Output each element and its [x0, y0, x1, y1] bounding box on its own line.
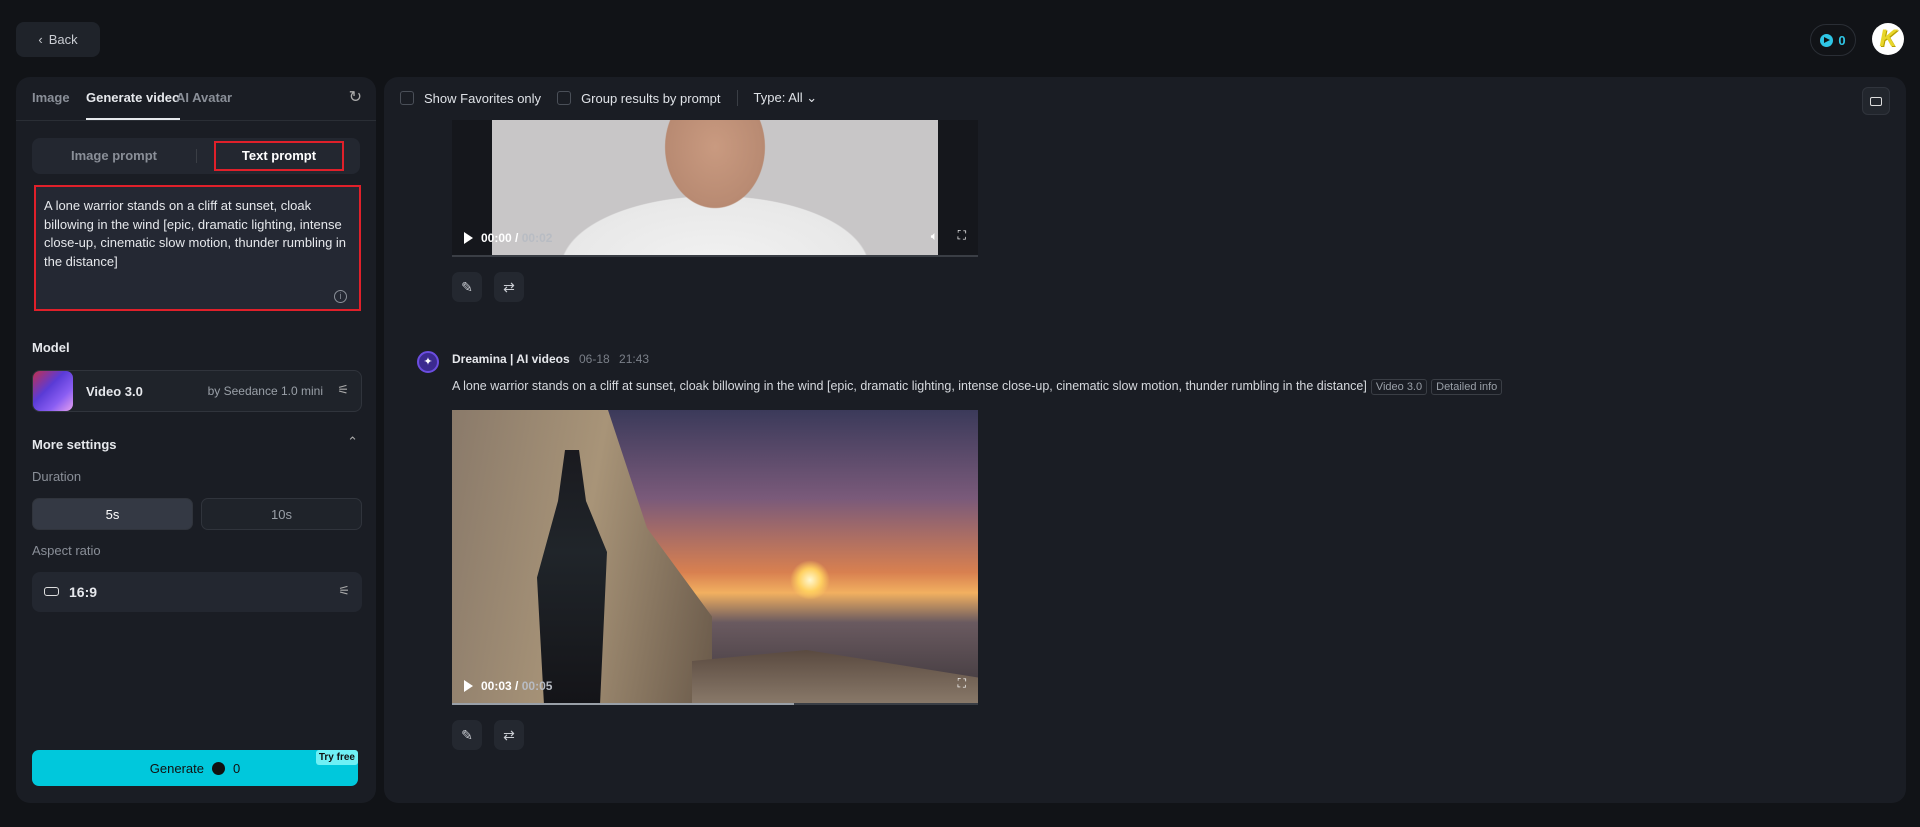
rocks	[692, 650, 978, 705]
video-player[interactable]: 00:03 / 00:05 ⛶	[452, 410, 978, 705]
regenerate-button[interactable]: ⇄	[494, 272, 524, 302]
model-provider: by Seedance 1.0 mini	[207, 384, 323, 398]
fullscreen-icon[interactable]: ⛶	[958, 676, 966, 691]
avatar[interactable]: K	[1872, 23, 1904, 55]
model-selector[interactable]: Video 3.0 by Seedance 1.0 mini ⚟	[32, 370, 362, 412]
play-icon[interactable]	[464, 232, 473, 244]
try-free-badge: Try free	[315, 750, 358, 765]
pencil-icon: ✎	[461, 726, 473, 743]
detailed-info-tag[interactable]: Detailed info	[1431, 379, 1503, 395]
edit-button[interactable]: ✎	[452, 720, 482, 750]
tab-bar: Image Generate video AI Avatar ↻	[16, 77, 376, 121]
regenerate-button[interactable]: ⇄	[494, 720, 524, 750]
author-name: Dreamina | AI videos	[452, 352, 570, 366]
volume-icon[interactable]: 🔈︎	[931, 229, 938, 244]
credit-icon	[1820, 33, 1834, 47]
aspect-ratio-selector[interactable]: 16:9 ⚟	[32, 572, 362, 612]
edit-button[interactable]: ✎	[452, 272, 482, 302]
chevron-down-icon: ⌄	[806, 90, 818, 105]
credit-icon	[211, 761, 225, 775]
model-thumbnail	[33, 371, 73, 411]
duration-10s-button[interactable]: 10s	[201, 498, 362, 530]
prompt-input[interactable]: A lone warrior stands on a cliff at suns…	[34, 185, 361, 311]
repeat-icon: ⇄	[503, 726, 515, 743]
results-panel: Show Favorites only Group results by pro…	[384, 77, 1906, 803]
back-button[interactable]: ‹ Back	[16, 22, 100, 57]
duration-label: Duration	[32, 469, 82, 484]
group-checkbox[interactable]	[557, 91, 572, 105]
folder-icon	[1870, 96, 1882, 106]
repeat-icon: ⇄	[503, 278, 515, 295]
progress-bar[interactable]	[452, 703, 978, 705]
divider	[196, 149, 197, 163]
progress-bar[interactable]	[452, 255, 978, 257]
pencil-icon: ✎	[461, 278, 473, 295]
video-player[interactable]: 00:00 / 00:02 🔈︎ ⛶	[452, 120, 978, 257]
model-name: Video 3.0	[86, 384, 143, 399]
favorites-checkbox[interactable]	[400, 91, 414, 105]
chevron-up-icon[interactable]: ⌃	[347, 434, 358, 450]
generate-button[interactable]: Generate 0 Try free	[32, 750, 358, 786]
tab-ai-avatar[interactable]: AI Avatar	[176, 90, 232, 105]
settings-sliders-icon[interactable]: ⚟	[337, 382, 349, 398]
fullscreen-icon[interactable]: ⛶	[958, 228, 966, 243]
text-prompt-option[interactable]: Text prompt	[214, 141, 344, 171]
chevron-left-icon: ‹	[38, 32, 43, 47]
video-frame	[492, 120, 938, 255]
reset-icon[interactable]: ↻	[349, 87, 362, 107]
item-prompt: A lone warrior stands on a cliff at suns…	[452, 379, 1503, 395]
duration-5s-button[interactable]: 5s	[32, 498, 193, 530]
results-toolbar: Show Favorites only Group results by pro…	[400, 90, 817, 106]
model-tag[interactable]: Video 3.0	[1370, 379, 1428, 395]
image-prompt-option[interactable]: Image prompt	[32, 138, 196, 174]
settings-sliders-icon: ⚟	[338, 583, 350, 598]
more-settings-label: More settings	[32, 437, 117, 452]
divider	[736, 90, 738, 106]
info-icon[interactable]: i	[334, 290, 347, 303]
folder-button[interactable]	[1862, 87, 1890, 115]
generation-panel: Image Generate video AI Avatar ↻ Image p…	[16, 77, 376, 803]
play-icon[interactable]	[464, 680, 473, 692]
aspect-ratio-label: Aspect ratio	[32, 543, 101, 558]
ratio-icon	[44, 587, 59, 596]
type-filter-dropdown[interactable]: Type: All ⌄	[754, 90, 818, 106]
prompt-mode-toggle: Image prompt Text prompt	[32, 138, 360, 174]
dreamina-logo-icon: ✦	[417, 351, 439, 373]
credits-badge[interactable]: 0	[1810, 24, 1856, 56]
sun	[790, 560, 830, 600]
tab-generate-video[interactable]: Generate video	[86, 90, 180, 120]
tab-image[interactable]: Image	[32, 90, 70, 105]
model-label: Model	[32, 340, 70, 355]
